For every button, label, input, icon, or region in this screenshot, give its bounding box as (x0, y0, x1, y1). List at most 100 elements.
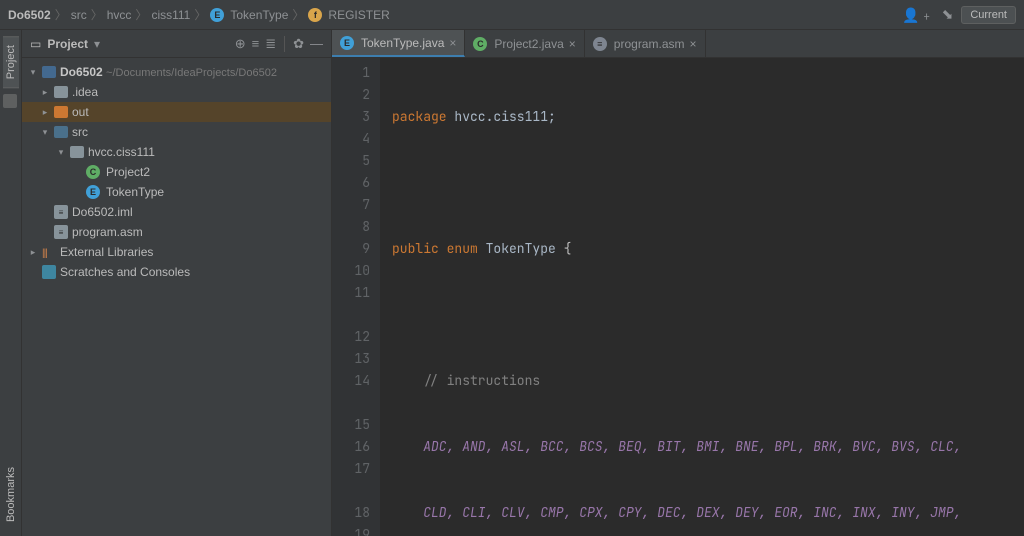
line-number[interactable]: 17 (332, 458, 370, 480)
editor-area: E TokenType.java × C Project2.java × ≡ p… (332, 30, 1024, 536)
run-config-dropdown[interactable]: Current (961, 6, 1016, 24)
enum-values: CLD, CLI, CLV, CMP, CPX, CPY, DEC, DEX, … (423, 504, 961, 521)
tree-out[interactable]: ▸ out (22, 102, 331, 122)
chevron-right-icon[interactable]: ▸ (40, 87, 50, 98)
tree-scratches[interactable]: Scratches and Consoles (22, 262, 331, 282)
main-area: Project Bookmarks ▭ Project ▾ ⊕ ≡ ≣ ✿ — … (0, 30, 1024, 536)
line-number[interactable]: 7 (332, 194, 370, 216)
line-number[interactable]: 6 (332, 172, 370, 194)
tree-label: Do6502.iml (72, 205, 133, 219)
package-icon (70, 146, 84, 158)
code-content[interactable]: package hvcc.ciss111; public enum TokenT… (380, 58, 1024, 536)
line-number[interactable]: 14 (332, 370, 370, 392)
project-header: ▭ Project ▾ ⊕ ≡ ≣ ✿ — (22, 30, 331, 58)
hide-icon[interactable]: — (310, 36, 323, 51)
line-number[interactable]: 2 (332, 84, 370, 106)
project-sidebar: ▭ Project ▾ ⊕ ≡ ≣ ✿ — ▾ Do6502 ~/Documen… (22, 30, 332, 536)
line-number[interactable] (332, 392, 370, 414)
expand-all-icon[interactable]: ≡ (252, 36, 260, 51)
project-title[interactable]: Project (47, 37, 88, 51)
tree-file-tokentype[interactable]: E TokenType (22, 182, 331, 202)
line-number[interactable]: 8 (332, 216, 370, 238)
chevron-down-icon[interactable]: ▾ (28, 67, 38, 78)
structure-tool-icon[interactable] (3, 94, 17, 108)
close-icon[interactable]: × (569, 37, 576, 51)
tree-package[interactable]: ▾ hvcc.ciss111 (22, 142, 331, 162)
chevron-right-icon: 〉 (292, 6, 304, 23)
chevron-right-icon: 〉 (55, 6, 67, 23)
class-name: TokenType (486, 240, 556, 257)
line-number[interactable]: 11 (332, 282, 370, 304)
tree-file-iml[interactable]: ≡ Do6502.iml (22, 202, 331, 222)
chevron-right-icon[interactable]: ▸ (40, 107, 50, 118)
class-icon: C (473, 37, 487, 51)
collapse-all-icon[interactable]: ≣ (265, 36, 276, 52)
top-toolbar: Do6502 〉 src 〉 hvcc 〉 ciss111 〉 E TokenT… (0, 0, 1024, 30)
line-number[interactable]: 18 (332, 502, 370, 524)
breadcrumb-member[interactable]: REGISTER (328, 8, 389, 22)
line-number[interactable]: 13 (332, 348, 370, 370)
breadcrumb-hvcc[interactable]: hvcc (107, 8, 132, 22)
line-number[interactable]: 9 (332, 238, 370, 260)
tree-root-path: ~/Documents/IdeaProjects/Do6502 (106, 67, 277, 79)
field-icon: f (308, 8, 322, 22)
line-number[interactable]: 4 (332, 128, 370, 150)
tree-label: TokenType (106, 185, 164, 199)
keyword: package (392, 108, 447, 125)
tree-file-project2[interactable]: C Project2 (22, 162, 331, 182)
line-number[interactable]: 16 (332, 436, 370, 458)
tree-label: out (72, 105, 89, 119)
tree-file-program[interactable]: ≡ program.asm (22, 222, 331, 242)
breadcrumb-class[interactable]: TokenType (230, 8, 288, 22)
close-icon[interactable]: × (689, 37, 696, 51)
chevron-right-icon[interactable]: ▸ (28, 247, 38, 258)
breadcrumb-src[interactable]: src (71, 8, 87, 22)
tab-project2[interactable]: C Project2.java × (465, 30, 584, 57)
line-number[interactable] (332, 304, 370, 326)
line-number[interactable]: 15 (332, 414, 370, 436)
folder-icon (54, 86, 68, 98)
editor-tabbar: E TokenType.java × C Project2.java × ≡ p… (332, 30, 1024, 58)
tree-root[interactable]: ▾ Do6502 ~/Documents/IdeaProjects/Do6502 (22, 62, 331, 82)
breadcrumb-ciss111[interactable]: ciss111 (151, 8, 190, 22)
project-tree[interactable]: ▾ Do6502 ~/Documents/IdeaProjects/Do6502… (22, 58, 331, 536)
line-gutter[interactable]: 12345678910111213141516171819 (332, 58, 380, 536)
chevron-down-icon[interactable]: ▾ (40, 127, 50, 138)
tab-label: TokenType.java (361, 36, 444, 50)
enum-icon: E (340, 36, 354, 50)
keyword: public enum (392, 240, 486, 257)
user-add-icon[interactable]: 👤﹢ (902, 5, 933, 25)
tree-root-label: Do6502 (60, 65, 103, 79)
brace: { (556, 240, 572, 257)
tree-label: External Libraries (60, 245, 153, 259)
project-tool-tab[interactable]: Project (3, 36, 19, 88)
tree-external-libs[interactable]: ▸ External Libraries (22, 242, 331, 262)
line-number[interactable]: 19 (332, 524, 370, 536)
chevron-down-icon[interactable]: ▾ (56, 147, 66, 158)
dropdown-icon[interactable]: ▾ (94, 37, 100, 51)
line-number[interactable]: 12 (332, 326, 370, 348)
line-number[interactable]: 10 (332, 260, 370, 282)
tree-label: src (72, 125, 88, 139)
chevron-right-icon: 〉 (194, 6, 206, 23)
build-icon[interactable]: ⬊ (942, 6, 954, 23)
line-number[interactable]: 1 (332, 62, 370, 84)
line-number[interactable]: 3 (332, 106, 370, 128)
code-editor[interactable]: 12345678910111213141516171819 package hv… (332, 58, 1024, 536)
tab-tokentype[interactable]: E TokenType.java × (332, 30, 465, 57)
settings-icon[interactable]: ✿ (293, 36, 304, 52)
bookmarks-tool-tab[interactable]: Bookmarks (3, 459, 19, 530)
line-number[interactable]: 5 (332, 150, 370, 172)
tree-idea[interactable]: ▸ .idea (22, 82, 331, 102)
tab-program[interactable]: ≡ program.asm × (585, 30, 706, 57)
line-number[interactable] (332, 480, 370, 502)
select-opened-file-icon[interactable]: ⊕ (235, 36, 246, 52)
close-icon[interactable]: × (449, 36, 456, 50)
divider (284, 36, 285, 52)
tree-label: hvcc.ciss111 (88, 145, 155, 159)
breadcrumb[interactable]: Do6502 〉 src 〉 hvcc 〉 ciss111 〉 E TokenT… (8, 6, 390, 23)
tree-src[interactable]: ▾ src (22, 122, 331, 142)
tree-label: .idea (72, 85, 98, 99)
left-tool-strip: Project Bookmarks (0, 30, 22, 536)
breadcrumb-root[interactable]: Do6502 (8, 8, 51, 22)
